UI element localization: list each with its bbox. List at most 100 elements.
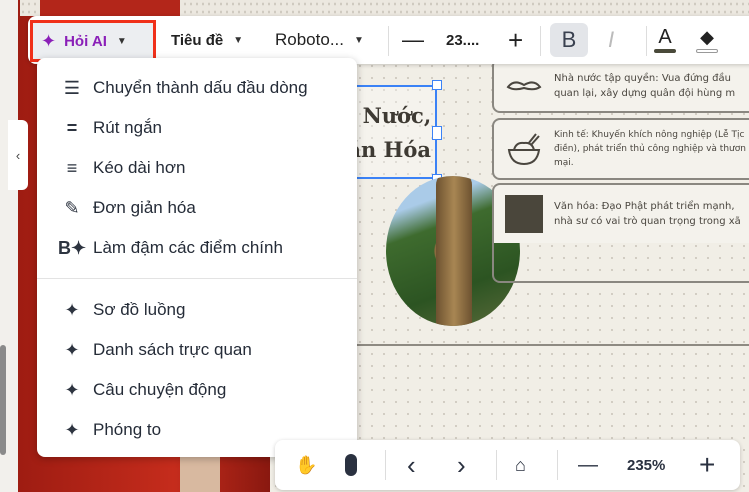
menu-item-bold-points[interactable]: B✦ Làm đậm các điểm chính bbox=[37, 228, 357, 268]
home-icon: ⌂ bbox=[515, 454, 526, 475]
bullet-list-icon: ☰ bbox=[63, 77, 81, 98]
menu-item-motion-story[interactable]: ✦ Câu chuyện động bbox=[37, 370, 357, 410]
separator bbox=[385, 450, 386, 480]
navigation-toolbar: ✋ ‹ › ⌂ — 235% + bbox=[275, 440, 740, 490]
paint-bucket-icon: ◆ bbox=[700, 27, 714, 47]
bold-sparkle-icon: B✦ bbox=[57, 237, 87, 258]
rice-bowl-icon bbox=[494, 132, 554, 166]
hand-icon: ✋ bbox=[295, 454, 318, 475]
mustache-icon bbox=[494, 79, 554, 93]
info-card-3[interactable]: Văn hóa: Đạo Phật phát triển mạnh, nhà sư… bbox=[492, 183, 749, 243]
card-text: Văn hóa: Đạo Phật phát triển mạnh, bbox=[554, 201, 735, 212]
bold-button[interactable]: B bbox=[550, 23, 588, 57]
caret-down-icon: ▼ bbox=[354, 34, 364, 46]
color-swatch bbox=[696, 49, 718, 53]
ai-dropdown-menu: ☰ Chuyển thành dấu đầu dòng = Rút ngắn ≡ Ké… bbox=[37, 58, 357, 457]
divider-line bbox=[357, 344, 749, 346]
caret-down-icon: ▼ bbox=[116, 35, 127, 47]
font-size-value: 23.... bbox=[446, 31, 480, 49]
color-swatch bbox=[654, 49, 676, 53]
ask-ai-button[interactable]: ✦ Hỏi AI ▼ bbox=[30, 20, 156, 62]
statue-figure bbox=[436, 176, 472, 326]
plus-icon: + bbox=[699, 449, 716, 480]
zoom-value: 235% bbox=[627, 456, 666, 474]
sparkle-icon: ✦ bbox=[64, 379, 80, 400]
separator bbox=[496, 450, 497, 480]
caret-down-icon: ▼ bbox=[233, 34, 244, 46]
menu-item-shorten[interactable]: = Rút ngắn bbox=[37, 108, 357, 148]
card-outline bbox=[492, 243, 749, 283]
home-button[interactable]: ⌂ bbox=[515, 440, 526, 490]
card-text: nhà sư có vai trò quan trọng trong xã bbox=[554, 216, 741, 227]
menu-item-label: Danh sách trực quan bbox=[93, 340, 252, 359]
chevron-left-icon: ‹ bbox=[15, 147, 21, 163]
lengthen-icon: ≡ bbox=[66, 157, 78, 178]
resize-handle[interactable] bbox=[432, 126, 442, 140]
increase-font-button[interactable]: + bbox=[508, 16, 523, 64]
pointer-tool-button[interactable] bbox=[345, 440, 357, 490]
minus-icon: — bbox=[578, 453, 598, 476]
bold-icon: B bbox=[561, 27, 577, 52]
zoom-out-button[interactable]: — bbox=[578, 440, 598, 490]
card-text: Kinh tế: Khuyến khích nông nghiệp (Lễ Tị… bbox=[554, 130, 745, 140]
menu-item-label: Làm đậm các điểm chính bbox=[93, 238, 283, 257]
scrollbar[interactable] bbox=[0, 345, 6, 455]
image-placeholder-icon bbox=[494, 195, 554, 233]
plus-icon: + bbox=[508, 24, 524, 55]
menu-item-flowchart[interactable]: ✦ Sơ đồ luồng bbox=[37, 290, 357, 330]
font-size-input[interactable]: 23.... bbox=[446, 16, 479, 64]
font-label: Roboto... bbox=[275, 30, 344, 49]
sparkle-icon: ✦ bbox=[64, 339, 80, 360]
chevron-right-icon: › bbox=[457, 449, 466, 480]
card-text: quan lại, xây dựng quân đội hùng m bbox=[554, 87, 736, 99]
card-text: Nhà nước tập quyền: Vua đứng đầu bbox=[554, 72, 731, 84]
menu-item-simplify[interactable]: ✎ Đơn giản hóa bbox=[37, 188, 357, 228]
card-text: mại. bbox=[554, 158, 574, 168]
previous-button[interactable]: ‹ bbox=[407, 440, 416, 490]
menu-item-visual-list[interactable]: ✦ Danh sách trực quan bbox=[37, 330, 357, 370]
menu-item-bullets[interactable]: ☰ Chuyển thành dấu đầu dòng bbox=[37, 68, 357, 108]
text-toolbar: ✦ Hỏi AI ▼ Tiêu đề ▼ Roboto... ▼ — 23.... … bbox=[28, 16, 749, 64]
menu-item-label: Câu chuyện động bbox=[93, 380, 227, 399]
separator bbox=[646, 26, 647, 56]
decrease-font-button[interactable]: — bbox=[402, 16, 424, 64]
resize-handle[interactable] bbox=[432, 80, 442, 90]
fill-color-button[interactable]: ◆ bbox=[696, 16, 718, 64]
sparkle-icon: ✦ bbox=[64, 419, 80, 440]
italic-icon: I bbox=[608, 27, 615, 52]
separator bbox=[540, 26, 541, 56]
pencil-icon: ✎ bbox=[64, 197, 80, 218]
zoom-level[interactable]: 235% bbox=[627, 440, 665, 490]
info-card-2[interactable]: Kinh tế: Khuyến khích nông nghiệp (Lễ Tị… bbox=[492, 118, 749, 180]
sparkle-icon: ✦ bbox=[41, 30, 57, 51]
slide-top-decor bbox=[40, 0, 180, 16]
zoom-in-button[interactable]: + bbox=[699, 440, 715, 490]
card-text: điền), phát triển thủ công nghiệp và thư… bbox=[554, 144, 746, 154]
italic-button[interactable]: I bbox=[608, 16, 614, 64]
text-style-dropdown[interactable]: Tiêu đề ▼ bbox=[171, 16, 243, 64]
menu-item-label: Chuyển thành dấu đầu dòng bbox=[93, 78, 308, 97]
menu-item-label: Phóng to bbox=[93, 420, 162, 439]
font-dropdown[interactable]: Roboto... ▼ bbox=[275, 16, 364, 64]
menu-item-label: Đơn giản hóa bbox=[93, 198, 196, 217]
next-button[interactable]: › bbox=[457, 440, 466, 490]
ask-ai-label: Hỏi AI bbox=[64, 32, 107, 50]
menu-item-lengthen[interactable]: ≡ Kéo dài hơn bbox=[37, 148, 357, 188]
menu-item-label: Sơ đồ luồng bbox=[93, 300, 186, 319]
minus-icon: — bbox=[402, 27, 424, 52]
info-card-1[interactable]: Nhà nước tập quyền: Vua đứng đầu quan lại… bbox=[492, 58, 749, 113]
sparkle-icon: ✦ bbox=[64, 299, 80, 320]
mouse-icon bbox=[345, 454, 357, 476]
menu-item-label: Kéo dài hơn bbox=[93, 158, 186, 177]
menu-divider bbox=[37, 278, 357, 279]
menu-item-label: Rút ngắn bbox=[93, 118, 162, 137]
text-color-button[interactable]: A bbox=[654, 16, 676, 64]
hand-tool-button[interactable]: ✋ bbox=[295, 440, 317, 490]
separator bbox=[388, 26, 389, 56]
collapse-panel-button[interactable]: ‹ bbox=[8, 120, 28, 190]
shorten-icon: = bbox=[66, 117, 78, 138]
separator bbox=[557, 450, 558, 480]
chevron-left-icon: ‹ bbox=[407, 449, 416, 480]
text-color-icon: A bbox=[658, 26, 672, 48]
text-style-label: Tiêu đề bbox=[171, 31, 224, 49]
